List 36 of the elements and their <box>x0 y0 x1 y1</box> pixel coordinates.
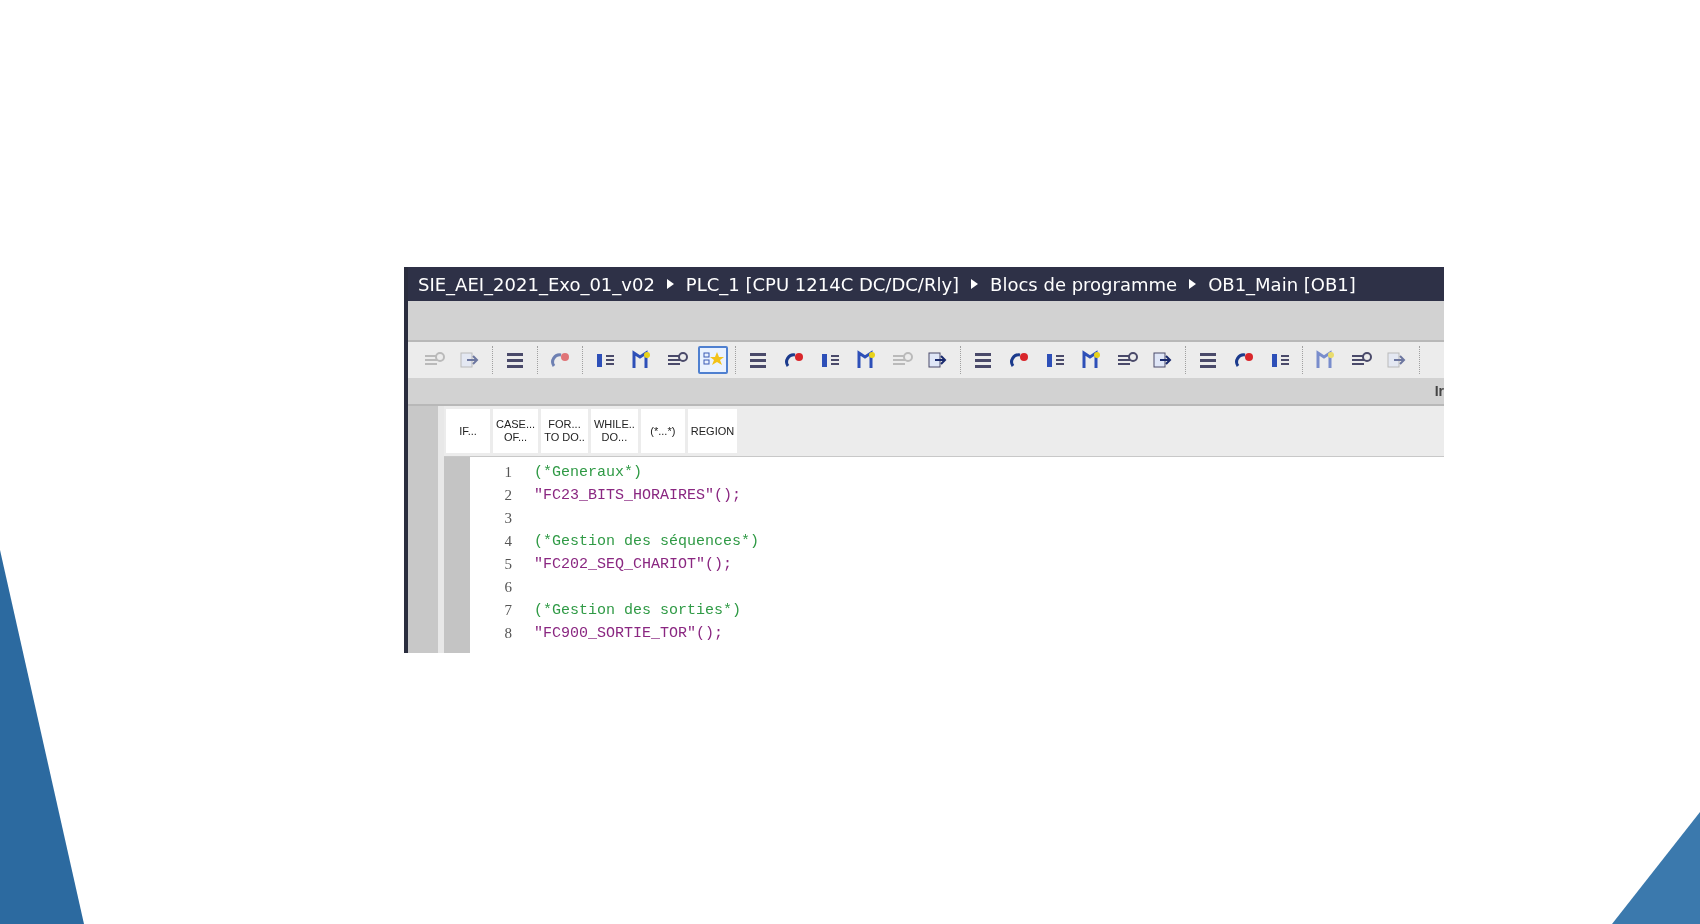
breadcrumb-item[interactable]: PLC_1 [CPU 1214C DC/DC/Rly] <box>685 273 960 295</box>
code-comment: (*Gestion des séquences*) <box>534 533 760 550</box>
document-arrow-icon <box>927 350 949 370</box>
line-number: 5 <box>503 556 513 573</box>
line-number: 2 <box>503 487 513 504</box>
list-icon <box>504 350 526 370</box>
keyword-button[interactable]: IF... <box>446 409 490 453</box>
triangle-right-icon <box>666 279 674 289</box>
line-number: 7 <box>503 602 513 619</box>
breadcrumb-item[interactable]: SIE_AEI_2021_Exo_01_v02 <box>418 273 655 295</box>
document-arrow-icon <box>1386 350 1408 370</box>
keyword-button[interactable]: CASE... OF... <box>493 409 539 453</box>
keyword-button[interactable]: (*...*) <box>640 409 685 453</box>
keyword-button[interactable]: WHILE.. DO... <box>590 409 638 453</box>
document-arrow-icon <box>1152 350 1174 370</box>
triangle-right-icon <box>1189 279 1197 289</box>
band-text: Ir <box>1434 383 1444 399</box>
document-arrow-icon <box>459 350 481 370</box>
code-call: "FC900_SORTIE_TOR"(); <box>534 625 724 642</box>
keyword-button[interactable]: REGION <box>687 409 738 453</box>
line-number: 3 <box>503 510 513 527</box>
list-icon <box>972 350 994 370</box>
line-number: 1 <box>503 464 513 481</box>
line-number: 4 <box>503 533 513 550</box>
line-number: 6 <box>503 579 513 596</box>
breadcrumb-item[interactable]: Blocs de programme <box>990 273 1178 295</box>
line-number: 8 <box>503 625 513 642</box>
code-comment: (*Gestion des sorties*) <box>534 602 742 619</box>
list-icon <box>1197 350 1219 370</box>
triangle-right-icon <box>971 279 979 289</box>
list-icon <box>747 350 769 370</box>
code-comment: (*Generaux*) <box>534 464 643 481</box>
breadcrumb-item[interactable]: OB1_Main [OB1] <box>1208 273 1356 295</box>
keyword-button[interactable]: FOR... TO DO.. <box>541 409 588 453</box>
code-call: "FC202_SEQ_CHARIOT"(); <box>534 556 733 573</box>
code-call: "FC23_BITS_HORAIRES"(); <box>534 487 742 504</box>
